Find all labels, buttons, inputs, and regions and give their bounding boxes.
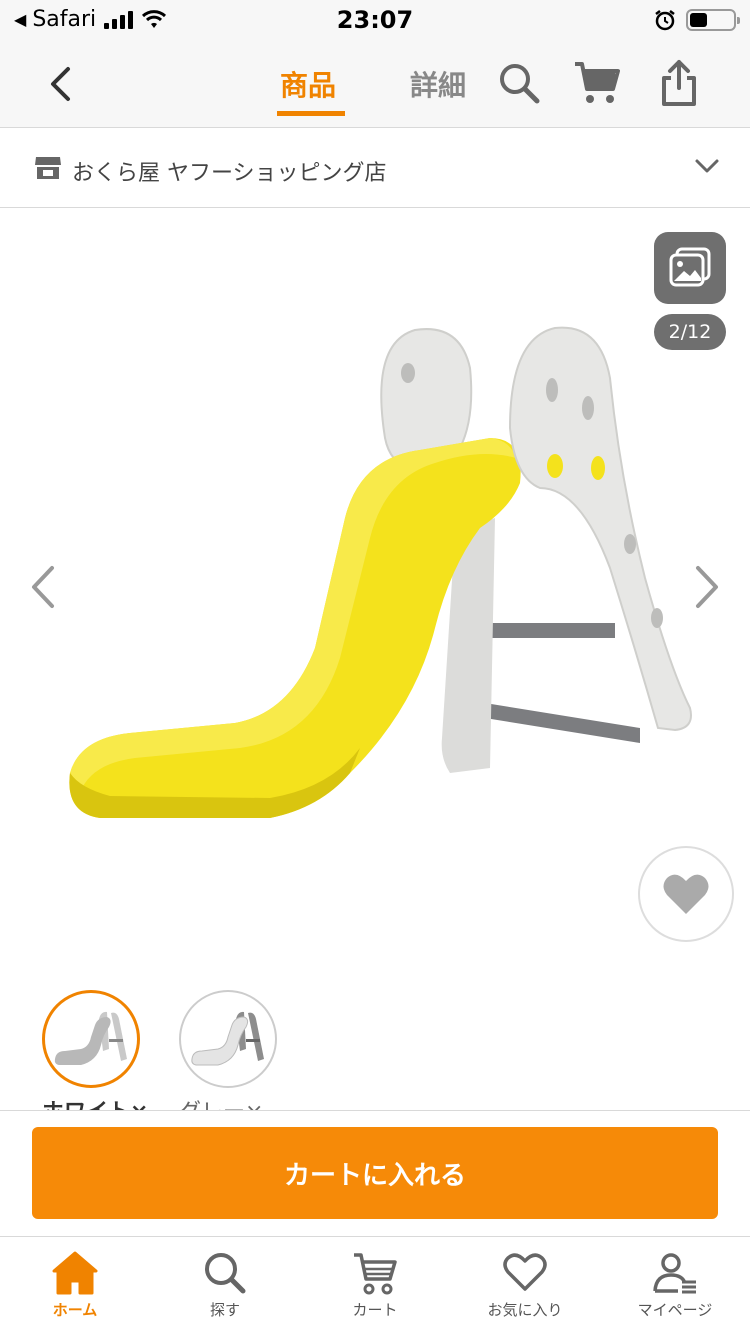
heart-icon — [503, 1253, 547, 1291]
variant-label: グレー×… — [179, 1094, 285, 1110]
image-gallery-icon — [669, 247, 711, 287]
tab-product-indicator — [277, 111, 345, 116]
bottom-tab-bar: ホーム 探す カート お気に入り マイページ — [0, 1236, 750, 1334]
alarm-icon — [655, 10, 675, 31]
search-icon — [205, 1253, 246, 1294]
tabbar-item-mypage[interactable]: マイページ — [600, 1237, 750, 1334]
variant-slide-image — [54, 1011, 127, 1065]
search-button[interactable] — [494, 58, 544, 108]
back-chevron-icon — [51, 67, 70, 101]
heart-icon — [663, 874, 709, 914]
tab-detail[interactable]: 詳細 — [410, 64, 466, 104]
status-right — [654, 9, 740, 31]
add-to-cart-button[interactable]: カートに入れる — [32, 1127, 718, 1219]
variant-option[interactable]: グレー×… — [179, 990, 285, 1110]
tabbar-label: お気に入り — [487, 1301, 563, 1319]
tabbar-item-search[interactable]: 探す — [150, 1237, 300, 1334]
share-icon — [662, 60, 696, 106]
tabbar-item-favorites[interactable]: お気に入り — [450, 1237, 600, 1334]
variant-selector: ホワイト×… グレー×… — [0, 978, 750, 1110]
product-image-carousel[interactable]: 2/12 — [0, 208, 750, 978]
product-image-slide — [69, 326, 692, 818]
status-time: 23:07 — [336, 6, 414, 34]
cart-icon — [575, 62, 620, 103]
variant-option[interactable]: ホワイト×… — [42, 990, 170, 1110]
tabbar-label: 探す — [209, 1301, 240, 1319]
back-button[interactable] — [38, 62, 82, 106]
tabbar-label: ホーム — [52, 1301, 98, 1319]
battery-icon — [686, 9, 740, 31]
tabbar-label: カート — [352, 1301, 398, 1319]
search-icon — [500, 64, 540, 104]
home-icon — [52, 1251, 98, 1295]
gallery-button[interactable] — [654, 232, 726, 304]
cart-icon — [354, 1253, 397, 1295]
variant-thumbnail — [42, 990, 140, 1088]
chevron-down-icon[interactable] — [694, 153, 720, 179]
tabbar-label: マイページ — [637, 1301, 713, 1319]
user-icon — [653, 1253, 696, 1294]
tab-product[interactable]: 商品 — [280, 64, 336, 104]
product-header: 商品 詳細 — [0, 40, 750, 128]
tabbar-item-cart[interactable]: カート — [300, 1237, 450, 1334]
favorite-button[interactable] — [638, 846, 734, 942]
variant-slide-image — [191, 1011, 264, 1066]
variant-label: ホワイト×… — [42, 1094, 170, 1110]
cart-cta-bar: カートに入れる — [0, 1110, 750, 1236]
store-name: おくら屋 ヤフーショッピング店 — [72, 161, 387, 186]
share-button[interactable] — [654, 58, 704, 108]
tabbar-item-home[interactable]: ホーム — [0, 1237, 150, 1334]
store-bar[interactable]: おくら屋 ヤフーショッピング店 — [0, 129, 750, 208]
store-icon — [35, 157, 61, 179]
status-bar: ◀ Safari 23:07 — [0, 0, 750, 40]
variant-thumbnail — [179, 990, 277, 1088]
cart-button[interactable] — [572, 58, 622, 108]
